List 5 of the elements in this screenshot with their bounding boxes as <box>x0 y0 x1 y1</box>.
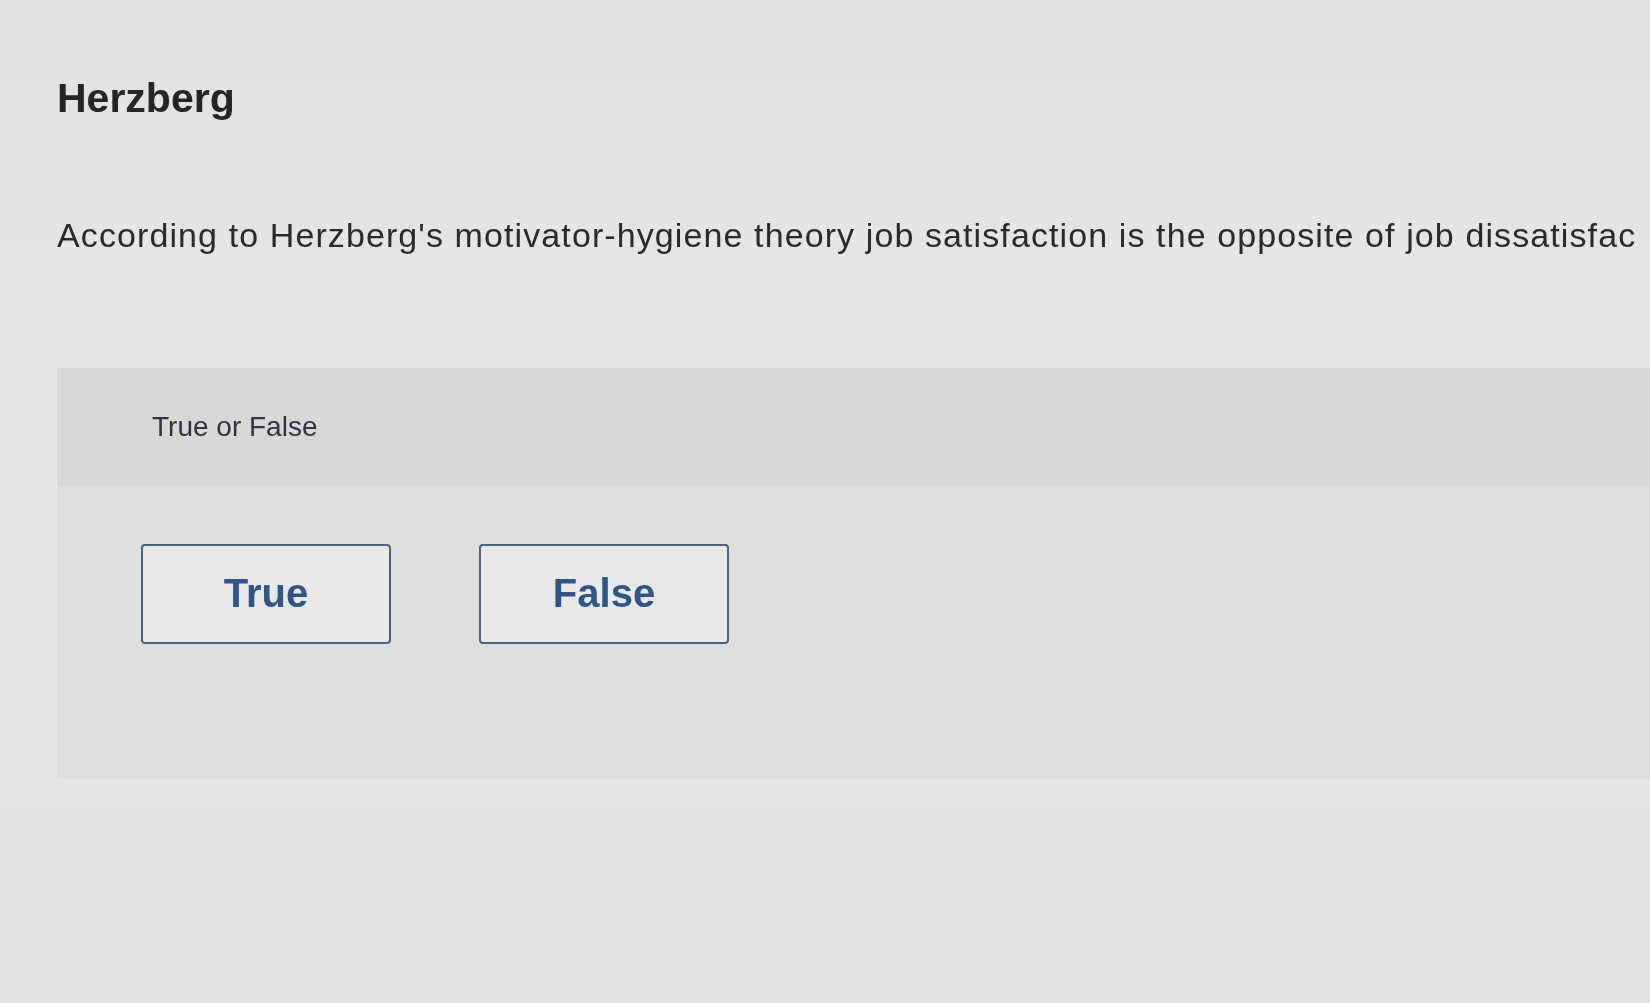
answer-button[interactable]: True <box>141 544 391 644</box>
question-title: Herzberg <box>57 74 235 123</box>
answer-prompt: True or False <box>152 411 318 443</box>
question-text: According to Herzberg's motivator-hygiene theory job satisfaction is the opposite of job dissatisfac <box>57 215 1637 256</box>
answer-button[interactable]: False <box>479 544 729 644</box>
